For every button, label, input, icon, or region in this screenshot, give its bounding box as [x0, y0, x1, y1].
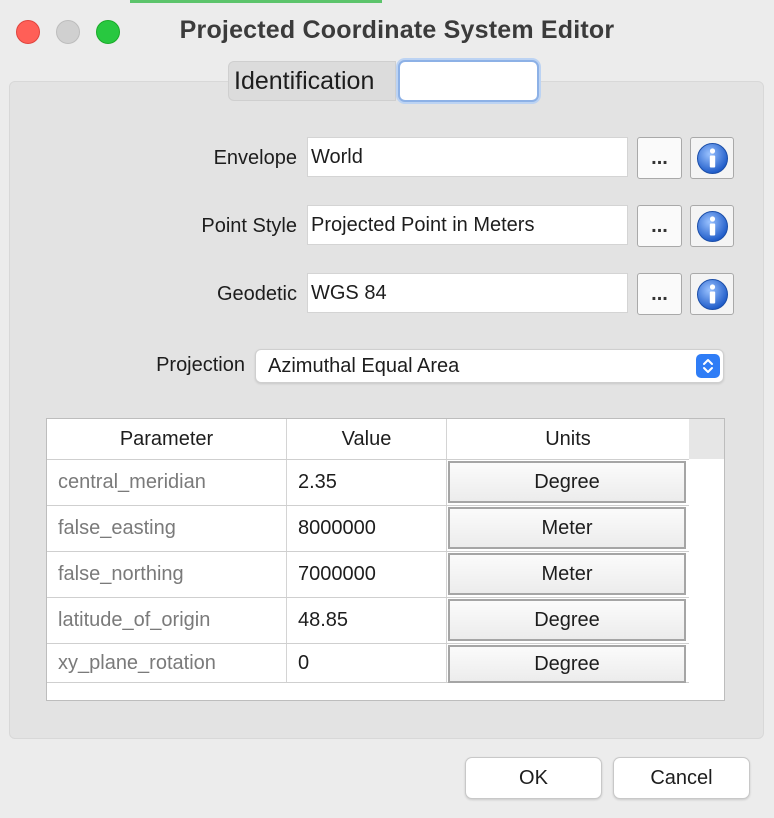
param-value-cell[interactable]: 0	[287, 644, 447, 682]
select-stepper-icon	[696, 354, 720, 378]
title-bar: Projected Coordinate System Editor	[0, 0, 774, 62]
param-name-cell: false_northing	[47, 552, 287, 597]
table-row: xy_plane_rotation 0 Degree	[47, 643, 689, 683]
geodetic-label: Geodetic	[216, 283, 297, 305]
units-button[interactable]: Degree	[448, 461, 686, 503]
point-style-field[interactable]: Projected Point in Meters	[307, 205, 628, 245]
param-value-cell[interactable]: 8000000	[287, 506, 447, 551]
units-button[interactable]: Meter	[448, 553, 686, 595]
header-parameter[interactable]: Parameter	[47, 419, 287, 459]
info-icon	[697, 143, 728, 174]
ok-button[interactable]: OK	[465, 757, 602, 799]
param-name-cell: false_easting	[47, 506, 287, 551]
projection-select[interactable]: Azimuthal Equal Area	[255, 349, 724, 383]
header-value[interactable]: Value	[287, 419, 447, 459]
param-name-cell: latitude_of_origin	[47, 598, 287, 643]
table-row: false_easting 8000000 Meter	[47, 505, 689, 551]
param-value-cell[interactable]: 7000000	[287, 552, 447, 597]
parameter-table: Parameter Value Units central_meridian 2…	[46, 418, 725, 701]
table-row: false_northing 7000000 Meter	[47, 551, 689, 597]
point-style-label: Point Style	[201, 215, 297, 237]
identification-label: Identification	[228, 61, 396, 101]
projection-selected-value: Azimuthal Equal Area	[268, 355, 460, 377]
units-button[interactable]: Degree	[448, 645, 686, 683]
table-row: latitude_of_origin 48.85 Degree	[47, 597, 689, 643]
param-name-cell: xy_plane_rotation	[47, 644, 287, 682]
param-value-cell[interactable]: 2.35	[287, 460, 447, 505]
info-icon	[697, 279, 728, 310]
param-value-cell[interactable]: 48.85	[287, 598, 447, 643]
units-button[interactable]: Meter	[448, 507, 686, 549]
geodetic-browse-button[interactable]: ...	[637, 273, 682, 315]
identification-input[interactable]	[398, 60, 539, 102]
header-units[interactable]: Units	[447, 419, 689, 459]
table-right-gutter	[689, 459, 724, 683]
projection-label: Projection	[156, 354, 245, 376]
geodetic-field[interactable]: WGS 84	[307, 273, 628, 313]
envelope-info-button[interactable]	[690, 137, 734, 179]
cancel-button[interactable]: Cancel	[613, 757, 750, 799]
param-name-cell: central_meridian	[47, 460, 287, 505]
envelope-field[interactable]: World	[307, 137, 628, 177]
envelope-label: Envelope	[213, 147, 297, 169]
table-header: Parameter Value Units	[47, 419, 689, 459]
header-filler	[689, 419, 724, 459]
point-style-info-button[interactable]	[690, 205, 734, 247]
units-button[interactable]: Degree	[448, 599, 686, 641]
table-row: central_meridian 2.35 Degree	[47, 459, 689, 505]
envelope-browse-button[interactable]: ...	[637, 137, 682, 179]
window-title: Projected Coordinate System Editor	[179, 16, 615, 44]
geodetic-info-button[interactable]	[690, 273, 734, 315]
info-icon	[697, 211, 728, 242]
point-style-browse-button[interactable]: ...	[637, 205, 682, 247]
